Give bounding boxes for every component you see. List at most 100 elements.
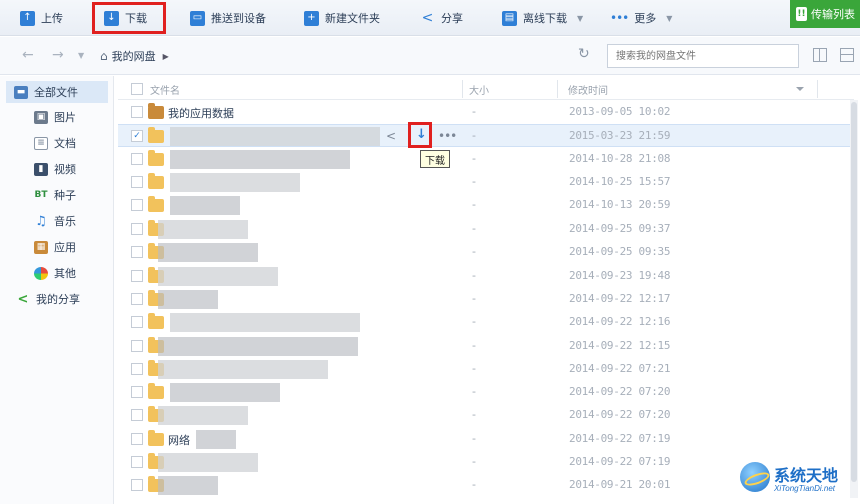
share-icon: < [421,10,434,26]
blurred-file-name [158,220,248,239]
new-folder-icon: + [304,10,319,26]
image-icon: ▣ [34,110,48,124]
more-button[interactable]: ••• 更多 ▼ [604,5,678,31]
file-size: - [472,339,476,352]
site-watermark-logo: 系统天地 XiTongTianDi.net [740,460,858,502]
row-checkbox[interactable] [131,316,143,328]
sidebar-item-music[interactable]: ♫ 音乐 [34,210,76,232]
table-row[interactable]: - 2014-09-23 19:48 [118,265,854,288]
sidebar-item-images[interactable]: ▣ 图片 [34,106,76,128]
vertical-scrollbar[interactable] [850,100,858,498]
file-date: 2014-09-22 12:15 [569,339,671,352]
row-checkbox[interactable] [131,223,143,235]
column-name-header[interactable]: 文件名 [150,78,180,100]
row-checkbox[interactable] [131,270,143,282]
file-size: - [472,315,476,328]
home-icon[interactable]: ⌂ [100,49,108,63]
row-checkbox[interactable] [131,246,143,258]
table-row[interactable]: - 2014-09-22 07:20 [118,404,854,427]
list-view-icon[interactable] [840,48,854,62]
forward-arrow-icon[interactable]: → [52,47,64,63]
breadcrumb-my-drive[interactable]: 我的网盘 [112,48,156,64]
file-date: 2014-10-28 21:08 [569,152,671,165]
column-divider[interactable] [462,80,463,98]
sidebar-item-torrents[interactable]: BT 种子 [34,184,77,206]
share-icon[interactable]: < [386,129,396,143]
offline-download-button[interactable]: ▤ 离线下载 ▼ [496,5,589,31]
share-button[interactable]: < 分享 [414,5,469,31]
search-input[interactable] [607,44,799,68]
row-checkbox[interactable] [131,409,143,421]
grid-view-icon[interactable] [813,48,827,62]
download-tooltip: 下载 [420,150,450,168]
sidebar-item-videos[interactable]: ▮ 视频 [34,158,76,180]
chevron-down-icon: ▼ [666,13,673,23]
app-folder-icon [148,103,164,119]
table-row[interactable]: 我的应用数据 - 2013-09-05 10:02 [118,101,854,124]
sidebar-item-other[interactable]: 其他 [34,262,76,284]
file-date: 2014-09-25 09:37 [569,222,671,235]
row-checkbox[interactable] [131,433,143,445]
table-row[interactable]: - 2014-09-22 12:15 [118,335,854,358]
blurred-file-name [158,243,258,262]
folder-icon [148,430,164,446]
table-row[interactable]: 网络 - 2014-09-22 07:19 [118,428,854,451]
refresh-icon[interactable]: ↻ [578,46,590,62]
download-icon: ↓ [104,10,119,26]
sidebar-item-all-files[interactable]: ▬ 全部文件 [6,81,108,103]
sidebar-item-documents[interactable]: ≡ 文档 [34,132,76,154]
row-checkbox[interactable] [131,456,143,468]
row-checkbox[interactable] [131,106,143,118]
row-checkbox[interactable] [131,479,143,491]
column-modified-header[interactable]: 修改时间 [568,78,608,100]
upload-button[interactable]: ↑ 上传 [14,5,69,31]
folder-icon [148,150,164,166]
table-row[interactable]: - 2014-10-13 20:59 [118,194,854,217]
scrollbar-thumb[interactable] [851,102,857,482]
file-name[interactable]: 网络 [168,432,190,448]
folder-icon [148,383,164,399]
sidebar-item-my-shares[interactable]: < 我的分享 [16,288,80,310]
file-size: - [472,245,476,258]
table-row[interactable]: - 2014-09-22 07:20 [118,381,854,404]
file-size: - [472,175,476,188]
column-divider[interactable] [557,80,558,98]
file-date: 2014-09-22 07:21 [569,362,671,375]
blurred-file-name [170,383,280,402]
file-name[interactable]: 我的应用数据 [168,105,234,121]
push-to-device-button[interactable]: ▭ 推送到设备 [184,5,272,31]
transfer-list-button[interactable]: !! 传输列表 [790,0,860,28]
row-checkbox[interactable] [131,199,143,211]
sidebar-item-apps[interactable]: ▦ 应用 [34,236,76,258]
table-row[interactable]: - 2014-09-25 09:37 [118,218,854,241]
file-date: 2014-09-22 07:19 [569,432,671,445]
history-dropdown-icon[interactable]: ▼ [78,51,84,60]
blurred-file-name [158,406,248,425]
table-row[interactable]: - 2014-09-22 12:17 [118,288,854,311]
more-actions-icon[interactable]: ••• [438,129,457,143]
back-arrow-icon[interactable]: ← [22,47,34,63]
table-row[interactable]: - 2014-10-28 21:08 [118,148,854,171]
download-button[interactable]: ↓ 下载 [98,5,153,31]
column-size-header[interactable]: 大小 [469,78,489,100]
file-size: - [472,222,476,235]
table-row-selected[interactable]: ✓ < ••• - 2015-03-23 21:59 [118,124,854,147]
sort-dropdown-icon[interactable] [796,87,804,91]
new-folder-button[interactable]: + 新建文件夹 [298,5,386,31]
download-icon[interactable]: ↓ [416,127,427,142]
all-files-icon: ▬ [14,85,28,99]
breadcrumb-arrow-icon[interactable]: ▶ [163,52,169,61]
column-divider[interactable] [817,80,818,98]
table-row[interactable]: - 2014-09-22 07:21 [118,358,854,381]
row-checkbox[interactable] [131,176,143,188]
select-all-checkbox[interactable] [131,78,143,100]
row-checkbox[interactable] [131,363,143,375]
row-checkbox[interactable] [131,340,143,352]
table-row[interactable]: - 2014-10-25 15:57 [118,171,854,194]
row-checkbox[interactable] [131,153,143,165]
table-row[interactable]: - 2014-09-22 12:16 [118,311,854,334]
row-checkbox[interactable] [131,386,143,398]
row-checkbox[interactable] [131,293,143,305]
row-checkbox-checked[interactable]: ✓ [131,130,143,142]
table-row[interactable]: - 2014-09-25 09:35 [118,241,854,264]
